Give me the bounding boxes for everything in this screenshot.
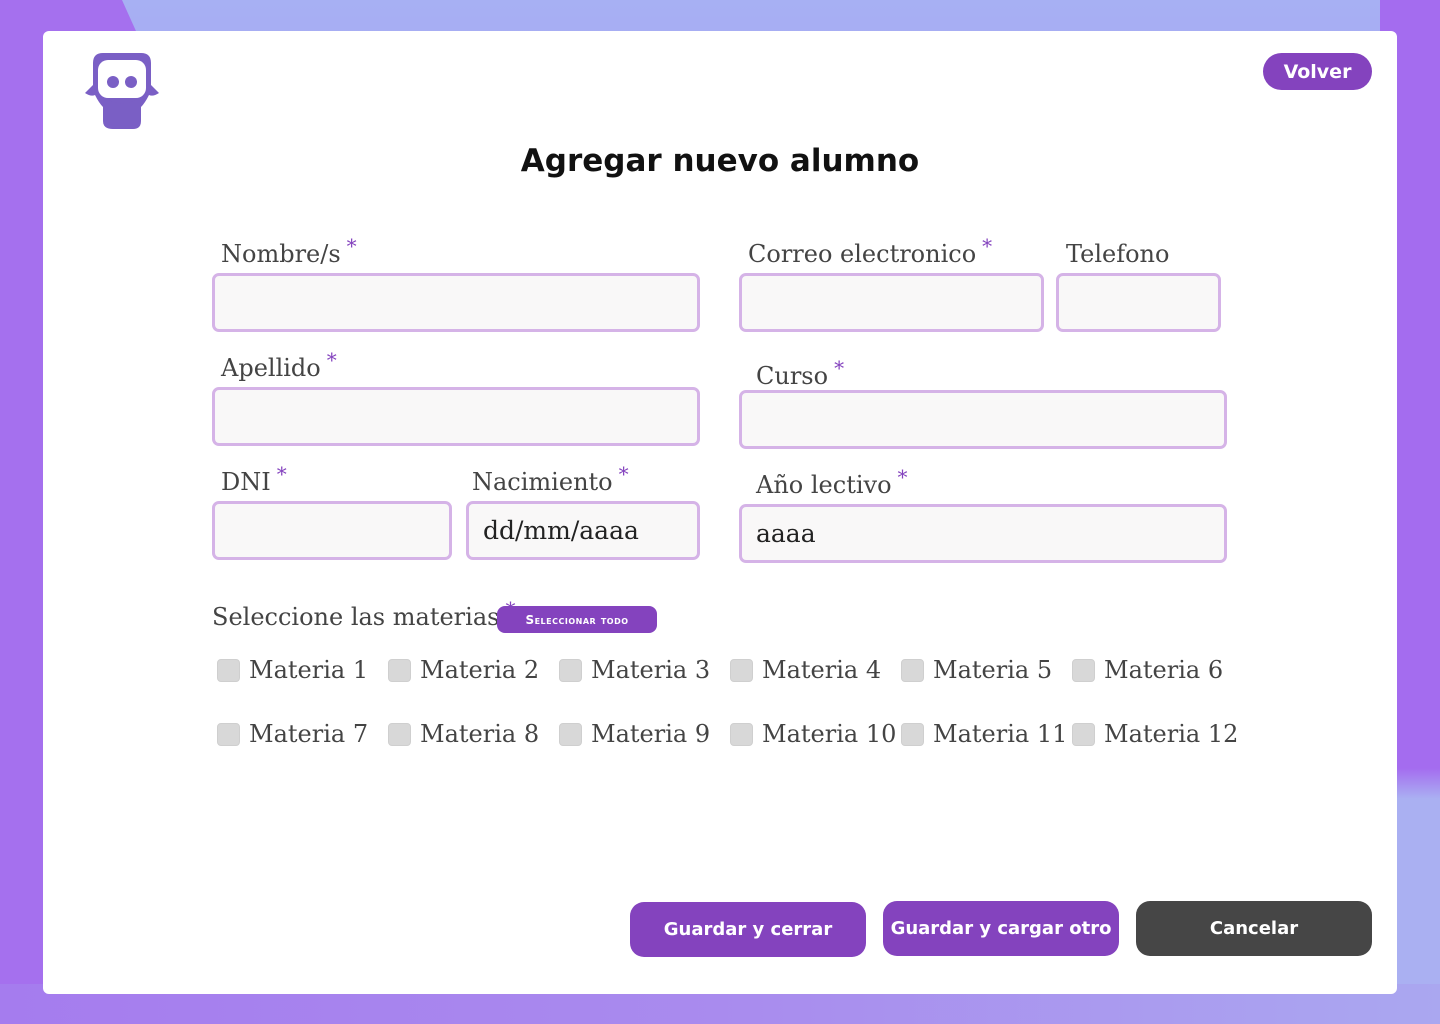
subject-label: Materia 2	[420, 656, 540, 684]
subjects-label-text: Seleccione las materias	[212, 603, 500, 631]
subject-option[interactable]: Materia 3	[559, 655, 710, 685]
subject-label: Materia 4	[762, 656, 882, 684]
nacimiento-label: Nacimiento *	[472, 462, 629, 496]
anio-lectivo-input[interactable]	[739, 504, 1227, 563]
cancel-button[interactable]: Cancelar	[1136, 901, 1372, 956]
curso-label: Curso *	[756, 356, 844, 390]
subject-checkbox[interactable]	[217, 722, 240, 746]
subject-checkbox[interactable]	[730, 722, 753, 746]
anio-lectivo-label-text: Año lectivo	[756, 471, 892, 499]
required-mark: *	[618, 462, 629, 486]
subject-option[interactable]: Materia 4	[730, 655, 881, 685]
subject-checkbox[interactable]	[901, 722, 924, 746]
apellido-label-text: Apellido	[221, 354, 321, 382]
telefono-input[interactable]	[1056, 273, 1221, 332]
dni-label: DNI *	[221, 462, 287, 496]
telefono-label: Telefono	[1066, 240, 1169, 268]
subject-option[interactable]: Materia 6	[1072, 655, 1223, 685]
subject-checkbox[interactable]	[559, 722, 582, 746]
anio-lectivo-label: Año lectivo *	[756, 465, 908, 499]
correo-label: Correo electronico *	[748, 234, 992, 268]
dni-label-text: DNI	[221, 468, 271, 496]
subject-option[interactable]: Materia 8	[388, 719, 539, 749]
required-mark: *	[897, 465, 908, 489]
subject-label: Materia 10	[762, 720, 897, 748]
subject-label: Materia 6	[1104, 656, 1224, 684]
required-mark: *	[326, 348, 337, 372]
required-mark: *	[982, 234, 993, 258]
back-button[interactable]: Volver	[1263, 53, 1372, 90]
apellido-input[interactable]	[212, 387, 700, 446]
subject-checkbox[interactable]	[1072, 658, 1095, 682]
subject-option[interactable]: Materia 1	[217, 655, 368, 685]
subject-label: Materia 8	[420, 720, 540, 748]
telefono-label-text: Telefono	[1066, 240, 1170, 268]
nacimiento-input[interactable]	[466, 501, 700, 560]
subject-label: Materia 1	[249, 656, 369, 684]
subjects-label: Seleccione las materias*	[212, 597, 515, 631]
owl-logo-icon	[83, 51, 161, 131]
save-close-button[interactable]: Guardar y cerrar	[630, 902, 866, 957]
subject-checkbox[interactable]	[388, 658, 411, 682]
subject-label: Materia 7	[249, 720, 369, 748]
subject-label: Materia 5	[933, 656, 1053, 684]
required-mark: *	[276, 462, 287, 486]
subject-option[interactable]: Materia 7	[217, 719, 368, 749]
subject-option[interactable]: Materia 9	[559, 719, 710, 749]
subject-option[interactable]: Materia 10	[730, 719, 896, 749]
dni-input[interactable]	[212, 501, 452, 560]
subject-checkbox[interactable]	[217, 658, 240, 682]
subject-label: Materia 11	[933, 720, 1068, 748]
select-all-button[interactable]: Seleccionar todo	[497, 606, 657, 633]
subject-checkbox[interactable]	[1072, 722, 1095, 746]
subject-checkbox[interactable]	[559, 658, 582, 682]
correo-label-text: Correo electronico	[748, 240, 977, 268]
subject-label: Materia 9	[591, 720, 711, 748]
curso-input[interactable]	[739, 390, 1227, 449]
subject-label: Materia 12	[1104, 720, 1239, 748]
required-mark: *	[834, 356, 845, 380]
subject-label: Materia 3	[591, 656, 711, 684]
subject-option[interactable]: Materia 11	[901, 719, 1067, 749]
subject-option[interactable]: Materia 2	[388, 655, 539, 685]
required-mark: *	[346, 234, 357, 258]
save-another-button[interactable]: Guardar y cargar otro	[883, 901, 1119, 956]
page-title: Agregar nuevo alumno	[520, 143, 920, 179]
nacimiento-label-text: Nacimiento	[472, 468, 613, 496]
nombre-input[interactable]	[212, 273, 700, 332]
subject-option[interactable]: Materia 12	[1072, 719, 1238, 749]
subject-option[interactable]: Materia 5	[901, 655, 1052, 685]
nombre-label-text: Nombre/s	[221, 240, 341, 268]
subject-checkbox[interactable]	[388, 722, 411, 746]
nombre-label: Nombre/s *	[221, 234, 357, 268]
form-card: Volver Agregar nuevo alumno Nombre/s * Ap…	[43, 31, 1397, 994]
apellido-label: Apellido *	[221, 348, 337, 382]
subject-checkbox[interactable]	[730, 658, 753, 682]
subject-checkbox[interactable]	[901, 658, 924, 682]
correo-input[interactable]	[739, 273, 1044, 332]
curso-label-text: Curso	[756, 362, 829, 390]
